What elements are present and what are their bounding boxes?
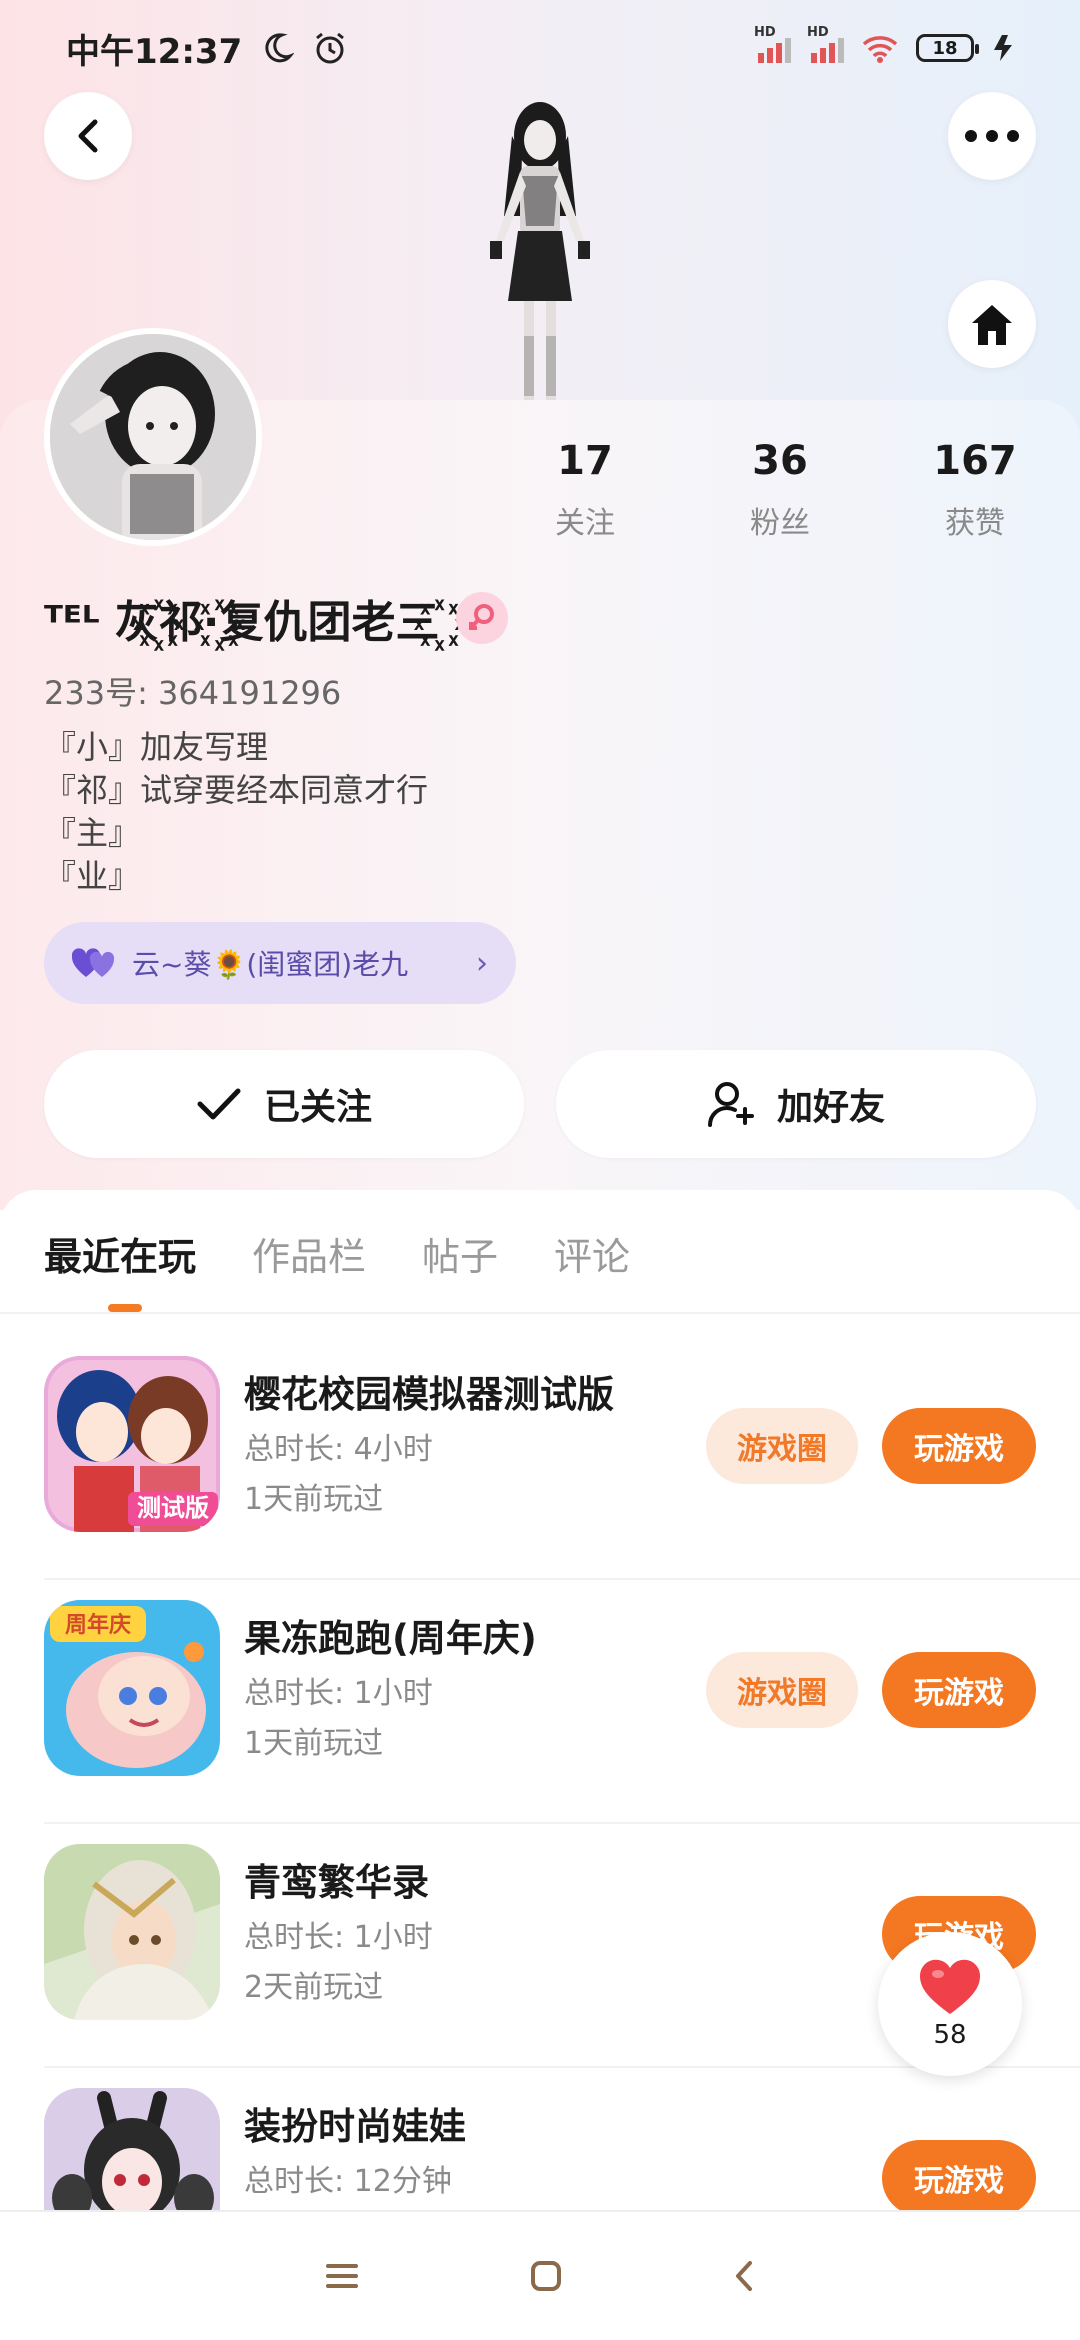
status-time: 中午12:37 bbox=[66, 31, 243, 72]
stat-fans[interactable]: 36 粉丝 bbox=[715, 438, 845, 542]
relationship-label: 云~葵🌻(闺蜜团)老九 bbox=[132, 948, 409, 981]
stat-fans-value: 36 bbox=[752, 438, 808, 484]
play-game-button[interactable]: 玩游戏 bbox=[882, 1408, 1036, 1484]
avatar-image bbox=[50, 334, 256, 540]
game-icon bbox=[44, 1844, 220, 2020]
stat-likes-label: 获赞 bbox=[945, 506, 1005, 541]
bio-line: 『主』 bbox=[44, 814, 141, 852]
game-last-played: 1天前玩过 bbox=[244, 1726, 384, 1761]
game-last-played: 1天前玩过 bbox=[244, 1482, 384, 1517]
game-duration: 总时长: 1小时 bbox=[244, 1676, 433, 1711]
stat-following[interactable]: 17 关注 bbox=[520, 438, 650, 542]
back-button[interactable] bbox=[44, 92, 132, 180]
user-id: 233号: 364191296 bbox=[44, 674, 342, 712]
game-last-played: 2天前玩过 bbox=[244, 1970, 384, 2005]
list-item[interactable]: 测试版 樱花校园模拟器测试版 总时长: 4小时 1天前玩过 游戏圈 玩游戏 bbox=[0, 1336, 1080, 1580]
back-nav-icon[interactable] bbox=[732, 2259, 756, 2293]
house-icon bbox=[972, 305, 1012, 345]
chevron-right-icon: › bbox=[476, 945, 488, 981]
female-gender-icon bbox=[455, 592, 508, 644]
list-item[interactable]: 装扮时尚娃娃 总时长: 12分钟 玩游戏 bbox=[0, 2068, 1080, 2210]
add-friend-button[interactable]: 加好友 bbox=[556, 1050, 1036, 1158]
signal-2-icon: HD bbox=[807, 25, 844, 63]
moon-icon bbox=[265, 33, 295, 63]
chevron-left-icon bbox=[78, 119, 98, 153]
more-dots-icon bbox=[965, 130, 1019, 142]
recent-apps-icon[interactable] bbox=[324, 2261, 360, 2291]
nickname: ᵀᴱᴸ 灰꙰祁·꙰复仇团老三꙰ bbox=[44, 586, 508, 650]
battery-icon: 18 bbox=[916, 34, 979, 62]
wifi-icon bbox=[862, 36, 898, 63]
home-nav-icon[interactable] bbox=[529, 2259, 563, 2293]
tab-recent-played[interactable]: 最近在玩 bbox=[44, 1226, 196, 1281]
alarm-icon bbox=[316, 32, 345, 64]
like-count: 58 bbox=[933, 2020, 967, 2050]
game-title: 果冻跑跑(周年庆) bbox=[244, 1617, 537, 1660]
nickname-text: ᵀᴱᴸ 灰꙰祁·꙰复仇团老三꙰ bbox=[44, 597, 440, 648]
bio: 『小』加友写理 『祁』试穿要经本同意才行 『主』 『业』 bbox=[44, 726, 428, 898]
tab-works[interactable]: 作品栏 bbox=[252, 1226, 366, 1281]
double-heart-icon bbox=[72, 948, 115, 977]
signal-1-icon: HD bbox=[754, 25, 791, 63]
more-button[interactable] bbox=[948, 92, 1036, 180]
game-icon-badge: 测试版 bbox=[137, 1494, 209, 1522]
game-title: 装扮时尚娃娃 bbox=[244, 2105, 466, 2148]
game-icon: 测试版 bbox=[44, 1356, 220, 1532]
game-title: 樱花校园模拟器测试版 bbox=[244, 1373, 614, 1416]
stat-following-value: 17 bbox=[557, 438, 613, 484]
add-user-icon bbox=[707, 1082, 754, 1127]
game-duration: 总时长: 12分钟 bbox=[244, 2164, 452, 2199]
game-icon: 周年庆 bbox=[44, 1600, 220, 1776]
avatar-3d-figure bbox=[490, 102, 590, 401]
heart-icon bbox=[919, 1959, 981, 2014]
tab-comments[interactable]: 评论 bbox=[554, 1226, 630, 1281]
check-icon bbox=[197, 1088, 241, 1120]
stat-likes[interactable]: 167 获赞 bbox=[910, 438, 1040, 542]
bio-line: 『小』加友写理 bbox=[44, 728, 269, 766]
game-icon-badge: 周年庆 bbox=[65, 1612, 131, 1638]
stat-fans-label: 粉丝 bbox=[750, 506, 810, 541]
game-title: 青鸾繁华录 bbox=[244, 1861, 429, 1904]
bio-line: 『业』 bbox=[44, 857, 141, 895]
followed-label: 已关注 bbox=[263, 1087, 372, 1128]
charging-icon bbox=[994, 35, 1012, 61]
relationship-chip[interactable]: 云~葵🌻(闺蜜团)老九 › bbox=[44, 922, 516, 1004]
tab-posts[interactable]: 帖子 bbox=[422, 1226, 498, 1281]
followed-button[interactable]: 已关注 bbox=[44, 1050, 524, 1158]
avatar[interactable] bbox=[44, 328, 262, 546]
stat-following-label: 关注 bbox=[555, 506, 615, 541]
bio-line: 『祁』试穿要经本同意才行 bbox=[44, 771, 429, 809]
play-game-button[interactable]: 玩游戏 bbox=[882, 2140, 1036, 2210]
active-tab-indicator bbox=[108, 1304, 142, 1312]
game-icon bbox=[44, 2088, 220, 2210]
game-duration: 总时长: 4小时 bbox=[244, 1432, 433, 1467]
tabs-divider bbox=[0, 1312, 1080, 1314]
status-bar: 中午12:37 HD HD 18 bbox=[0, 0, 1080, 96]
list-item[interactable]: 周年庆 果冻跑跑(周年庆) 总时长: 1小时 1天前玩过 游戏圈 玩游戏 bbox=[0, 1580, 1080, 1824]
add-friend-label: 加好友 bbox=[776, 1087, 885, 1128]
profile-stats: 17 关注 36 粉丝 167 获赞 bbox=[520, 438, 1040, 542]
game-circle-button[interactable]: 游戏圈 bbox=[706, 1408, 858, 1484]
like-button[interactable]: 58 bbox=[878, 1932, 1022, 2076]
profile-tabs: 最近在玩 作品栏 帖子 评论 bbox=[44, 1226, 630, 1281]
home-button[interactable] bbox=[948, 280, 1036, 368]
game-circle-button[interactable]: 游戏圈 bbox=[706, 1652, 858, 1728]
play-game-button[interactable]: 玩游戏 bbox=[882, 1652, 1036, 1728]
stat-likes-value: 167 bbox=[933, 438, 1017, 484]
game-duration: 总时长: 1小时 bbox=[244, 1920, 433, 1955]
system-nav-bar bbox=[0, 2210, 1080, 2340]
